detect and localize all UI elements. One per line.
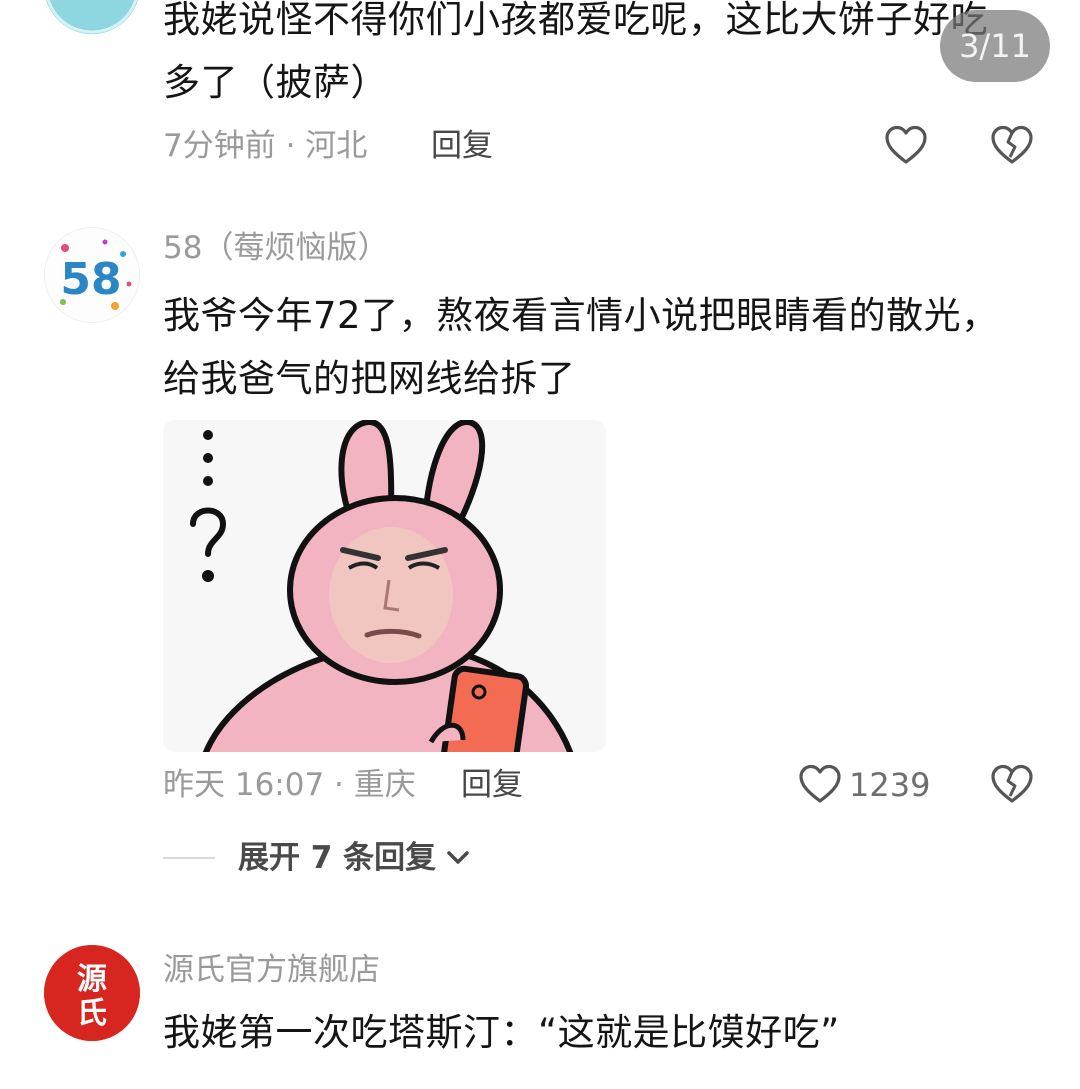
- avatar-text: 氏: [77, 996, 107, 1031]
- avatar[interactable]: 源 氏: [44, 945, 140, 1041]
- comment-text-line: 多了（披萨）: [163, 61, 388, 104]
- avatar[interactable]: 58: [44, 227, 140, 323]
- comment-text-line: 我姥说怪不得你们小孩都爱吃呢，这比大饼子好吃: [163, 0, 988, 41]
- comment-time-location: 7分钟前 · 河北: [163, 128, 368, 164]
- comment-text-line: 给我爸气的把网线给拆了: [163, 357, 576, 400]
- username[interactable]: 58（莓烦恼版）: [163, 228, 388, 268]
- avatar-image: 源 氏: [44, 945, 140, 1041]
- avatar-text: 源: [77, 962, 107, 997]
- dislike-icon[interactable]: [990, 763, 1034, 809]
- reply-button[interactable]: 回复: [461, 765, 523, 805]
- chevron-down-icon[interactable]: [445, 842, 471, 876]
- comment-text-line: 我爷今年72了，熬夜看言情小说把眼睛看的散光，: [163, 294, 999, 337]
- username[interactable]: 源氏官方旗舰店: [163, 950, 380, 990]
- comment-time-location: 昨天 16:07 · 重庆: [163, 767, 416, 803]
- pink-rabbit-sticker: [163, 420, 606, 752]
- divider: [163, 857, 215, 859]
- comment-text-line: 我姥第一次吃塔斯汀：“这就是比馍好吃”: [163, 1011, 840, 1054]
- comment-feed: 我姥说怪不得你们小孩都爱吃呢，这比大饼子好吃 多了（披萨） 7分钟前 · 河北 …: [0, 0, 1080, 1089]
- avatar-text: 58: [60, 254, 121, 305]
- reply-button[interactable]: 回复: [431, 126, 493, 166]
- dislike-icon[interactable]: [990, 124, 1034, 170]
- expand-replies-label[interactable]: 展开 7 条回复: [238, 836, 436, 880]
- avatar-image: [44, 0, 140, 34]
- page-indicator: 3/11: [940, 10, 1050, 82]
- avatar[interactable]: [44, 0, 140, 34]
- like-count: 1239: [849, 766, 931, 804]
- like-icon[interactable]: [798, 763, 842, 809]
- sticker-image[interactable]: [163, 420, 606, 752]
- like-icon[interactable]: [884, 124, 928, 170]
- avatar-image: 58: [45, 228, 139, 322]
